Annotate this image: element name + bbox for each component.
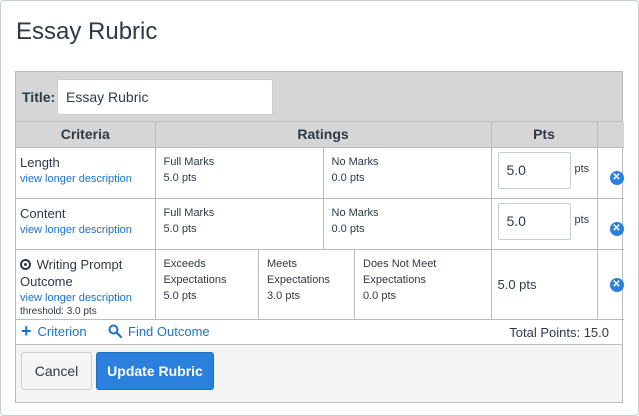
- ratings-header: Ratings: [155, 122, 492, 148]
- threshold-text: threshold: 3.0 pts: [20, 305, 97, 317]
- title-row: Title:: [16, 72, 622, 122]
- delete-cell: ✕: [597, 198, 624, 250]
- criterion-title: Length: [20, 154, 60, 170]
- pts-unit: pts: [574, 162, 590, 175]
- rating-pts: 0.0 pts: [331, 171, 365, 184]
- outcome-title: Writing Prompt Outcome: [20, 256, 123, 289]
- title-input[interactable]: [57, 79, 273, 115]
- criterion-row: Writing Prompt Outcome view longer descr…: [16, 249, 624, 320]
- pts-header: Pts: [491, 122, 598, 148]
- view-description-link[interactable]: view longer description: [16, 290, 155, 304]
- rating-label: Exceeds Expectations: [163, 257, 227, 286]
- criterion-row: Length view longer description Full Mark…: [16, 147, 624, 199]
- add-criterion-button[interactable]: + Criterion: [21, 321, 87, 341]
- pts-cell: pts: [491, 198, 598, 250]
- points-input[interactable]: [497, 151, 571, 189]
- find-outcome-button[interactable]: Find Outcome: [108, 324, 210, 339]
- pts-cell: pts: [491, 147, 598, 199]
- criterion-cell: Length view longer description: [16, 147, 156, 199]
- points-text: 5.0 pts: [497, 276, 537, 292]
- delete-cell: ✕: [597, 147, 624, 199]
- ratings-cell: Full Marks 5.0 pts No Marks 0.0 pts: [155, 198, 492, 250]
- target-icon: [20, 258, 31, 270]
- add-criterion-label: Criterion: [37, 323, 87, 339]
- criterion-cell: Content view longer description: [16, 198, 156, 250]
- criterion-title: Writing Prompt Outcome: [16, 250, 155, 290]
- ratings-list: Exceeds Expectations 5.0 pts Meets Expec…: [155, 249, 491, 319]
- delete-criterion-icon[interactable]: ✕: [609, 170, 624, 185]
- rating-item[interactable]: Meets Expectations 3.0 pts: [258, 249, 355, 319]
- rating-pts: 5.0 pts: [163, 171, 197, 184]
- rating-label: No Marks: [331, 206, 379, 219]
- rating-item[interactable]: No Marks 0.0 pts: [323, 199, 491, 249]
- plus-icon: +: [21, 321, 32, 341]
- rating-label: No Marks: [331, 155, 379, 168]
- criteria-table: Criteria Ratings Pts Length view longer …: [16, 122, 624, 320]
- rating-item[interactable]: No Marks 0.0 pts: [323, 148, 491, 198]
- pts-unit: pts: [574, 213, 590, 226]
- criterion-cell: Writing Prompt Outcome view longer descr…: [16, 249, 156, 320]
- button-row: Cancel Update Rubric: [16, 344, 622, 402]
- rating-label: Meets Expectations: [267, 257, 330, 286]
- rating-pts: 0.0 pts: [331, 222, 365, 235]
- rating-pts: 3.0 pts: [267, 289, 301, 302]
- rating-item[interactable]: Exceeds Expectations 5.0 pts: [155, 249, 259, 319]
- delete-cell: ✕: [597, 249, 624, 320]
- points-input[interactable]: [497, 202, 571, 240]
- rubric-table: Title: Criteria Ratings Pts Length view …: [15, 71, 624, 403]
- rating-item[interactable]: Does Not Meet Expectations 0.0 pts: [355, 250, 491, 319]
- delete-criterion-icon[interactable]: ✕: [609, 221, 624, 236]
- criterion-row: Content view longer description Full Mar…: [16, 198, 624, 250]
- page-title: Essay Rubric: [16, 18, 158, 45]
- ratings-list: Full Marks 5.0 pts No Marks 0.0 pts: [155, 147, 491, 198]
- title-label: Title:: [22, 89, 56, 105]
- rating-label: Does Not Meet Expectations: [363, 257, 437, 286]
- view-description-link[interactable]: view longer description: [16, 222, 155, 236]
- rubric-dialog: Essay Rubric Title: Criteria Ratings Pts: [0, 0, 639, 416]
- rating-pts: 5.0 pts: [163, 289, 197, 302]
- rating-item[interactable]: Full Marks 5.0 pts: [155, 198, 324, 249]
- criterion-title: Content: [20, 205, 66, 221]
- delete-criterion-icon[interactable]: ✕: [609, 277, 624, 292]
- rating-pts: 0.0 pts: [363, 289, 397, 302]
- rating-pts: 5.0 pts: [163, 222, 197, 235]
- actions-header: [597, 122, 624, 148]
- cancel-button[interactable]: Cancel: [21, 351, 92, 390]
- ratings-list: Full Marks 5.0 pts No Marks 0.0 pts: [155, 198, 491, 249]
- pts-cell: 5.0 pts: [491, 249, 598, 320]
- search-icon: [108, 324, 122, 338]
- rating-label: Full Marks: [163, 206, 215, 219]
- header-row: Criteria Ratings Pts: [16, 122, 624, 148]
- ratings-cell: Exceeds Expectations 5.0 pts Meets Expec…: [155, 249, 492, 320]
- find-outcome-label: Find Outcome: [128, 323, 210, 339]
- criteria-header: Criteria: [16, 122, 156, 148]
- update-rubric-button[interactable]: Update Rubric: [96, 351, 214, 390]
- view-description-link[interactable]: view longer description: [16, 171, 155, 185]
- rubric-footer: + Criterion Find Outcome Total Points: 1…: [16, 320, 622, 345]
- rating-item[interactable]: Full Marks 5.0 pts: [155, 147, 324, 198]
- rating-label: Full Marks: [163, 155, 215, 168]
- ratings-cell: Full Marks 5.0 pts No Marks 0.0 pts: [155, 147, 492, 199]
- total-points: Total Points: 15.0: [509, 324, 609, 340]
